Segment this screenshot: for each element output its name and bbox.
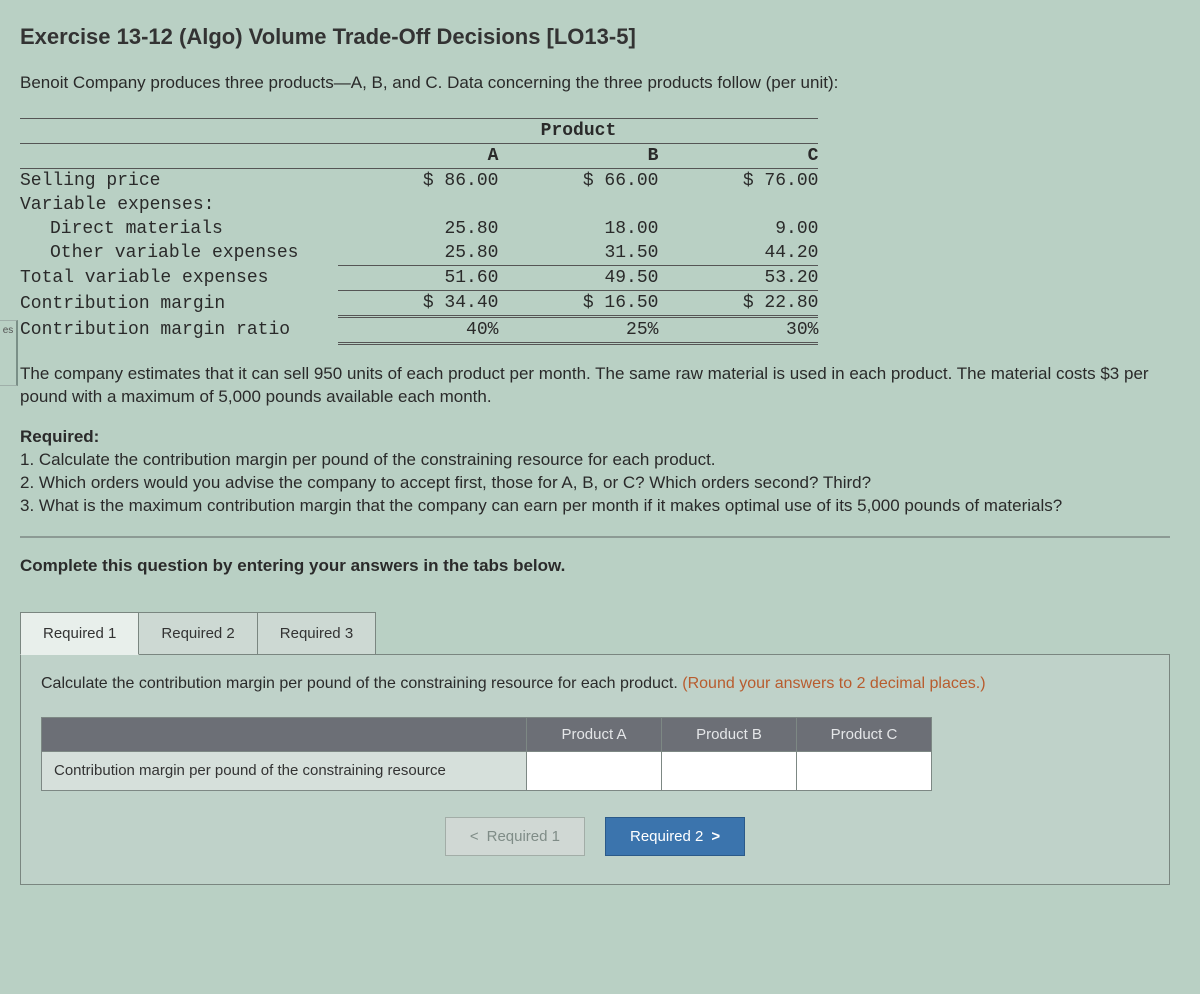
exercise-title: Exercise 13-12 (Algo) Volume Trade-Off D… <box>20 24 1170 50</box>
prev-label: Required 1 <box>487 828 560 845</box>
row-direct-materials: Direct materials <box>20 217 338 241</box>
lead-paragraph: Benoit Company produces three products—A… <box>20 72 1170 94</box>
cell: 40% <box>338 317 498 344</box>
input-product-c[interactable] <box>797 751 932 790</box>
exercise-page: Exercise 13-12 (Algo) Volume Trade-Off D… <box>0 0 1200 885</box>
cell: 25.80 <box>338 241 498 266</box>
row-total-var-exp: Total variable expenses <box>20 266 338 291</box>
tab-required-3[interactable]: Required 3 <box>257 612 376 655</box>
cell: 31.50 <box>498 241 658 266</box>
panel-prompt-hint: (Round your answers to 2 decimal places.… <box>682 675 985 692</box>
answer-col-a: Product A <box>527 717 662 751</box>
chevron-right-icon: > <box>711 828 720 845</box>
row-selling-price: Selling price <box>20 169 338 194</box>
required-heading: Required: <box>20 427 1170 447</box>
answer-col-c: Product C <box>797 717 932 751</box>
req-item-2: 2. Which orders would you advise the com… <box>20 472 1170 495</box>
cell: 51.60 <box>338 266 498 291</box>
col-c: C <box>658 144 818 169</box>
cell: $ 16.50 <box>498 291 658 317</box>
cell: 25% <box>498 317 658 344</box>
cell: $ 22.80 <box>658 291 818 317</box>
cell: 49.50 <box>498 266 658 291</box>
cell: $ 76.00 <box>658 169 818 194</box>
cell: 30% <box>658 317 818 344</box>
cell: $ 34.40 <box>338 291 498 317</box>
product-header: Product <box>338 119 818 144</box>
answer-table: Product A Product B Product C Contributi… <box>41 717 932 791</box>
complete-instruction: Complete this question by entering your … <box>20 556 1170 576</box>
chevron-left-icon: < <box>470 828 479 845</box>
answer-panel: Calculate the contribution margin per po… <box>20 654 1170 885</box>
panel-prompt: Calculate the contribution margin per po… <box>41 675 1149 693</box>
cell: 25.80 <box>338 217 498 241</box>
col-b: B <box>498 144 658 169</box>
row-var-exp-header: Variable expenses: <box>20 193 338 217</box>
panel-nav: < Required 1 Required 2 > <box>41 817 1149 856</box>
cell: $ 86.00 <box>338 169 498 194</box>
answer-col-b: Product B <box>662 717 797 751</box>
prev-button: < Required 1 <box>445 817 585 856</box>
next-label: Required 2 <box>630 828 703 845</box>
secondary-paragraph: The company estimates that it can sell 9… <box>20 363 1170 409</box>
next-button[interactable]: Required 2 > <box>605 817 745 856</box>
req-item-3: 3. What is the maximum contribution marg… <box>20 495 1170 518</box>
input-product-b[interactable] <box>662 751 797 790</box>
cell: 18.00 <box>498 217 658 241</box>
tab-required-2[interactable]: Required 2 <box>138 612 257 655</box>
input-product-a[interactable] <box>527 751 662 790</box>
col-a: A <box>338 144 498 169</box>
divider <box>20 536 1170 538</box>
answer-tabs: Required 1 Required 2 Required 3 <box>20 612 1170 655</box>
cell: 9.00 <box>658 217 818 241</box>
product-data-table: Product A B C Selling price $ 86.00 $ 66… <box>20 118 1170 345</box>
panel-prompt-main: Calculate the contribution margin per po… <box>41 675 682 692</box>
row-contribution-margin: Contribution margin <box>20 291 338 317</box>
answer-row-label: Contribution margin per pound of the con… <box>42 751 527 790</box>
cell: 53.20 <box>658 266 818 291</box>
required-list: 1. Calculate the contribution margin per… <box>20 449 1170 518</box>
cell: 44.20 <box>658 241 818 266</box>
tab-required-1[interactable]: Required 1 <box>20 612 139 655</box>
req-item-1: 1. Calculate the contribution margin per… <box>20 449 1170 472</box>
cell: $ 66.00 <box>498 169 658 194</box>
row-cm-ratio: Contribution margin ratio <box>20 317 338 344</box>
row-other-var-exp: Other variable expenses <box>20 241 338 266</box>
